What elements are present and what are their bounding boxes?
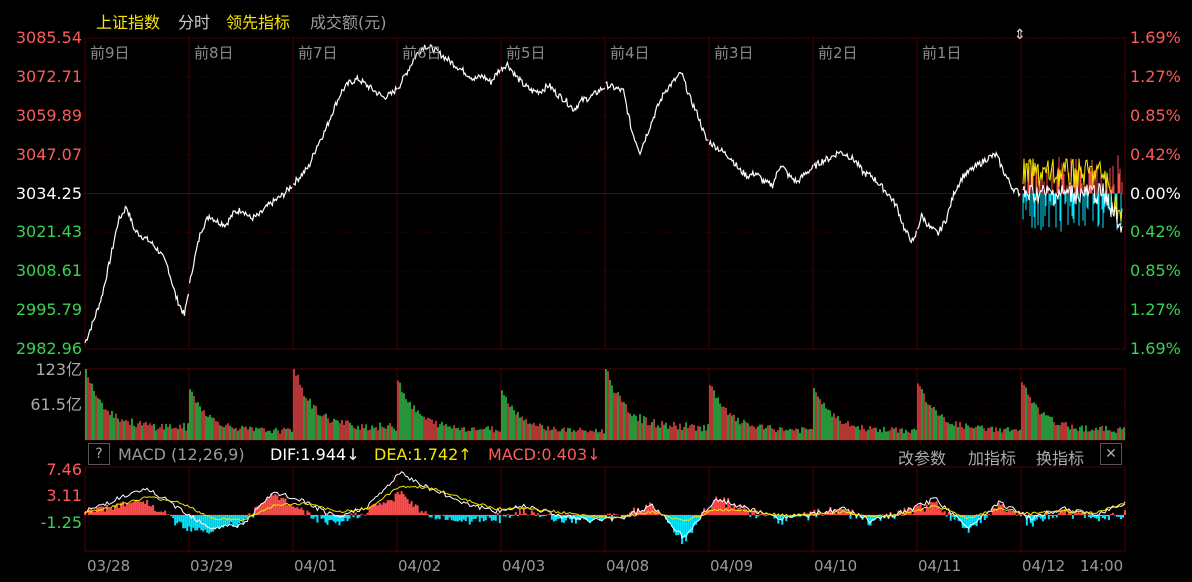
date-label: 04/02 — [398, 557, 442, 575]
day-label: 前7日 — [298, 44, 338, 62]
day-label: 前4日 — [610, 44, 650, 62]
price-line — [292, 74, 398, 187]
help-button[interactable]: ? — [88, 443, 110, 465]
date-label: 14:00 — [1080, 557, 1124, 575]
day-label: 前3日 — [714, 44, 754, 62]
date-label: 04/08 — [606, 557, 650, 575]
price-tick-left: 3008.61 — [15, 261, 82, 281]
macd-tick-top: 7.46 — [46, 460, 82, 479]
expand-arrows-icon[interactable]: ⇕ — [1014, 28, 1026, 42]
price-tick-right: 1.69% — [1130, 339, 1181, 358]
price-line — [916, 150, 1021, 236]
date-label: 03/29 — [190, 557, 234, 575]
price-tick-left: 3034.25 — [15, 183, 82, 203]
price-tick-left: 3021.43 — [15, 222, 82, 242]
change-params-button[interactable]: 改参数 — [898, 445, 946, 469]
volume-tick-mid: 61.5亿 — [30, 395, 82, 414]
day-label: 前6日 — [402, 44, 442, 62]
chart-canvas — [84, 37, 1126, 552]
day-label: 前9日 — [90, 44, 130, 62]
add-indicator-button[interactable]: 加指标 — [968, 445, 1016, 469]
price-tick-left: 3085.54 — [15, 28, 82, 47]
date-label: 04/09 — [710, 557, 754, 575]
price-tick-right: 0.85% — [1130, 105, 1181, 125]
price-tick-left: 3059.89 — [15, 105, 82, 125]
price-tick-left: 3072.71 — [15, 66, 82, 86]
price-tick-right: 0.00% — [1130, 183, 1181, 203]
date-label: 04/03 — [502, 557, 546, 575]
macd-value: MACD:0.403↓ — [488, 445, 601, 464]
macd-dea-value: DEA:1.742↑ — [374, 445, 472, 464]
macd-dif-value: DIF:1.944↓ — [270, 445, 360, 464]
price-tick-left: 3047.07 — [15, 144, 82, 164]
macd-header: ? MACD (12,26,9) DIF:1.944↓ DEA:1.742↑ M… — [84, 441, 1126, 469]
macd-indicator-name: MACD (12,26,9) — [118, 445, 245, 464]
switch-indicator-button[interactable]: 换指标 — [1036, 445, 1084, 469]
price-tick-right: 1.69% — [1130, 28, 1181, 47]
price-tick-right: 1.27% — [1130, 66, 1181, 86]
price-tick-right: 0.42% — [1130, 144, 1181, 164]
price-line — [813, 150, 917, 244]
macd-tick-mid: 3.11 — [46, 486, 82, 505]
date-label: 04/01 — [294, 557, 338, 575]
date-label: 04/11 — [918, 557, 962, 575]
volume-tick-max: 123亿 — [35, 360, 82, 379]
price-tick-left: 2982.96 — [15, 339, 82, 358]
day-label: 前2日 — [818, 44, 858, 62]
price-tick-right: 0.85% — [1130, 261, 1181, 281]
price-line — [708, 138, 814, 189]
price-line — [605, 71, 709, 156]
price-tick-left: 2995.79 — [15, 300, 82, 320]
date-label: 03/28 — [87, 557, 131, 575]
price-line — [500, 60, 606, 112]
price-line — [84, 205, 190, 344]
price-tick-right: 0.42% — [1130, 222, 1181, 242]
date-label: 04/12 — [1022, 557, 1066, 575]
macd-tick-low: -1.25 — [40, 513, 82, 532]
date-label: 04/10 — [814, 557, 858, 575]
close-icon[interactable]: ✕ — [1100, 443, 1122, 465]
price-tick-right: 1.27% — [1130, 300, 1181, 320]
day-label: 前8日 — [194, 44, 234, 62]
day-label: 前5日 — [506, 44, 546, 62]
day-label: 前1日 — [922, 44, 962, 62]
price-line — [189, 184, 293, 284]
